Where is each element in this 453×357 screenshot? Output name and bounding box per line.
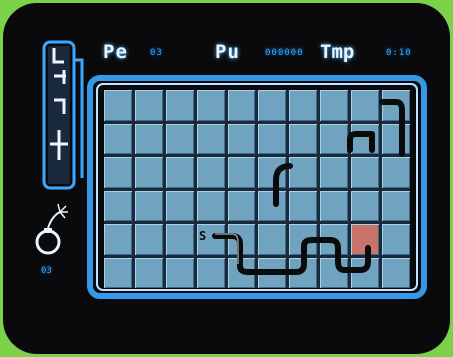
pu-label: Pu <box>215 41 240 63</box>
grid-cell[interactable] <box>382 224 410 255</box>
grid-cell[interactable] <box>165 190 194 221</box>
grid-cell[interactable] <box>351 224 380 255</box>
grid-cell[interactable] <box>104 123 132 154</box>
grid-cell[interactable] <box>165 123 194 154</box>
grid-cell[interactable] <box>258 224 287 255</box>
grid-cell[interactable] <box>227 224 256 255</box>
grid-cell[interactable] <box>227 190 256 221</box>
grid-cell[interactable] <box>320 123 349 154</box>
grid-cell[interactable] <box>134 190 163 221</box>
grid-cell[interactable] <box>320 190 349 221</box>
grid-cell[interactable] <box>104 157 132 188</box>
grid-cell[interactable] <box>134 123 163 154</box>
grid-cell[interactable] <box>165 90 194 121</box>
grid-cell[interactable] <box>258 257 287 288</box>
grid-cell[interactable] <box>382 190 410 221</box>
grid-cell[interactable] <box>351 190 380 221</box>
grid-cell[interactable] <box>351 157 380 188</box>
grid-cell[interactable] <box>289 257 318 288</box>
grid-cell[interactable] <box>351 90 380 121</box>
grid-cell[interactable] <box>227 90 256 121</box>
grid-cell[interactable] <box>227 123 256 154</box>
bomb-count: 03 <box>41 266 52 276</box>
grid-cell[interactable] <box>289 123 318 154</box>
grid-cell[interactable] <box>196 257 225 288</box>
grid-cell[interactable] <box>382 90 410 121</box>
grid-cell[interactable] <box>258 123 287 154</box>
game-board <box>82 72 432 302</box>
grid-cell[interactable] <box>289 224 318 255</box>
tmp-value: 0:10 <box>386 48 412 58</box>
pipe-grid[interactable] <box>104 90 410 288</box>
grid-cell[interactable] <box>104 190 132 221</box>
hud-bar: Pe 03 Pu 000000 Tmp 0:10 <box>103 41 433 65</box>
grid-cell[interactable] <box>165 224 194 255</box>
grid-cell[interactable] <box>104 257 132 288</box>
grid-cell[interactable] <box>104 90 132 121</box>
grid-cell[interactable] <box>227 157 256 188</box>
grid-cell[interactable] <box>258 90 287 121</box>
grid-cell[interactable] <box>196 157 225 188</box>
grid-cell[interactable] <box>258 157 287 188</box>
grid-cell[interactable] <box>196 123 225 154</box>
grid-cell[interactable] <box>104 224 132 255</box>
grid-cell[interactable] <box>351 123 380 154</box>
grid-cell[interactable] <box>134 90 163 121</box>
bomb-icon <box>35 203 68 255</box>
grid-cell[interactable] <box>289 90 318 121</box>
grid-cell[interactable] <box>320 157 349 188</box>
grid-cell[interactable] <box>320 90 349 121</box>
queue-interior <box>48 46 70 184</box>
pe-value: 03 <box>150 48 163 58</box>
grid-cell[interactable] <box>320 257 349 288</box>
grid-cell[interactable] <box>227 257 256 288</box>
tmp-label: Tmp <box>320 41 355 63</box>
grid-cell[interactable] <box>382 123 410 154</box>
grid-cell[interactable] <box>289 190 318 221</box>
grid-cell[interactable] <box>382 257 410 288</box>
pe-label: Pe <box>103 41 128 63</box>
grid-cell[interactable] <box>289 157 318 188</box>
grid-cell[interactable] <box>134 257 163 288</box>
grid-cell[interactable] <box>165 157 194 188</box>
grid-cell[interactable] <box>165 257 194 288</box>
start-marker: S <box>199 229 207 243</box>
grid-cell[interactable] <box>382 157 410 188</box>
grid-cell[interactable] <box>196 90 225 121</box>
grid-cell[interactable] <box>258 190 287 221</box>
grid-cell[interactable] <box>320 224 349 255</box>
grid-cell[interactable] <box>196 190 225 221</box>
grid-cell[interactable] <box>134 157 163 188</box>
grid-cell[interactable] <box>351 257 380 288</box>
grid-cell[interactable] <box>134 224 163 255</box>
pu-value: 000000 <box>265 48 304 58</box>
